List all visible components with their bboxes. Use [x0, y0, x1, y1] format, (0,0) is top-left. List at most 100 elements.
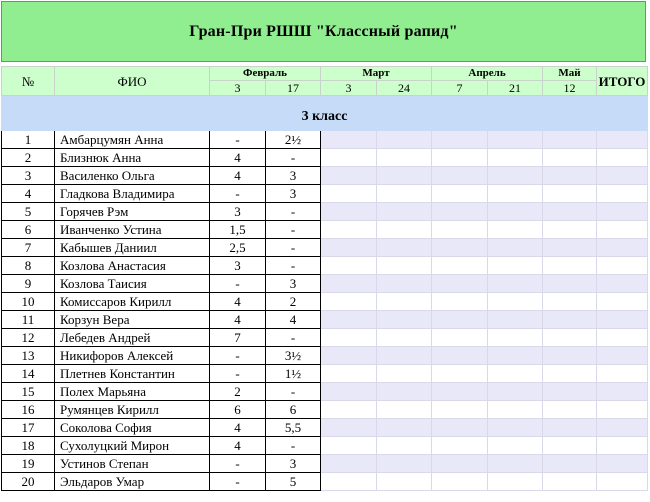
score-feb-17: - — [264, 202, 322, 221]
empty-score-cell — [320, 184, 378, 203]
empty-score-cell — [542, 220, 598, 239]
table-row: 1 Амбарцумян Анна -2½ — [1, 130, 649, 149]
section-spacer — [0, 95, 649, 104]
row-number: 11 — [1, 310, 55, 329]
empty-score-cell — [542, 274, 598, 293]
empty-score-cell — [431, 400, 489, 419]
score-feb-17: - — [264, 220, 322, 239]
empty-score-cell — [487, 454, 544, 473]
score-feb-17: 4 — [264, 310, 322, 329]
player-name: Горячев Рэм — [54, 202, 210, 221]
empty-score-cell — [320, 148, 378, 167]
empty-score-cell — [431, 328, 489, 347]
score-feb-3: - — [209, 274, 266, 293]
empty-score-cell — [542, 148, 598, 167]
empty-score-cell — [376, 328, 433, 347]
empty-score-cell — [596, 364, 649, 383]
score-feb-3: - — [209, 346, 266, 365]
header-stage: 21 — [487, 80, 544, 96]
empty-score-cell — [596, 274, 649, 293]
empty-score-cell — [320, 310, 378, 329]
player-name: Комиссаров Кирилл — [54, 292, 210, 311]
table-row: 6 Иванченко Устина 1,5- — [1, 220, 649, 239]
empty-score-cell — [542, 310, 598, 329]
empty-score-cell — [542, 202, 598, 221]
score-feb-17: 5 — [264, 472, 322, 491]
empty-score-cell — [431, 184, 489, 203]
standings-table: № ФИО Февраль Март Апрель Май ИТОГО 3 17… — [0, 66, 649, 491]
empty-score-cell — [320, 328, 378, 347]
empty-score-cell — [320, 238, 378, 257]
empty-score-cell — [542, 166, 598, 185]
score-feb-17: - — [264, 256, 322, 275]
header-month-mar: Март — [320, 66, 433, 81]
empty-score-cell — [376, 292, 433, 311]
empty-score-cell — [320, 292, 378, 311]
empty-score-cell — [596, 166, 649, 185]
page-title-banner: Гран-При РШШ "Классный рапид" — [1, 1, 646, 62]
table-row: 8 Козлова Анастасия 3- — [1, 256, 649, 275]
header-stage: 24 — [376, 80, 433, 96]
empty-score-cell — [376, 418, 433, 437]
row-number: 5 — [1, 202, 55, 221]
empty-score-cell — [542, 130, 598, 149]
empty-score-cell — [542, 472, 598, 491]
score-feb-3: 4 — [209, 436, 266, 455]
empty-score-cell — [320, 346, 378, 365]
score-feb-17: 2½ — [264, 130, 322, 149]
row-number: 17 — [1, 418, 55, 437]
score-feb-3: 7 — [209, 328, 266, 347]
empty-score-cell — [431, 256, 489, 275]
empty-score-cell — [596, 346, 649, 365]
table-row: 19 Устинов Степан -3 — [1, 454, 649, 473]
empty-score-cell — [596, 418, 649, 437]
empty-score-cell — [376, 454, 433, 473]
row-number: 19 — [1, 454, 55, 473]
score-feb-3: - — [209, 472, 266, 491]
empty-score-cell — [320, 202, 378, 221]
empty-score-cell — [431, 310, 489, 329]
empty-score-cell — [487, 184, 544, 203]
header-month-apr: Апрель — [431, 66, 544, 81]
header-month-feb: Февраль — [208, 66, 322, 81]
row-number: 13 — [1, 346, 55, 365]
empty-score-cell — [376, 400, 433, 419]
empty-score-cell — [487, 364, 544, 383]
row-number: 1 — [1, 130, 55, 149]
empty-score-cell — [487, 292, 544, 311]
score-feb-17: - — [264, 328, 322, 347]
table-row: 15 Полех Марьяна 2- — [1, 382, 649, 401]
class-label: 3 класс — [0, 103, 649, 131]
empty-score-cell — [431, 130, 489, 149]
empty-score-cell — [596, 472, 649, 491]
header-row-months: № ФИО Февраль Март Апрель Май ИТОГО — [1, 66, 649, 96]
empty-score-cell — [320, 166, 378, 185]
header-fio: ФИО — [54, 66, 210, 96]
score-feb-3: - — [209, 364, 266, 383]
row-number: 18 — [1, 436, 55, 455]
empty-score-cell — [487, 436, 544, 455]
empty-score-cell — [596, 454, 649, 473]
player-name: Сухолуцкий Мирон — [54, 436, 210, 455]
empty-score-cell — [542, 184, 598, 203]
table-row: 11 Корзун Вера 4 4 — [1, 310, 649, 329]
empty-score-cell — [431, 166, 489, 185]
empty-score-cell — [376, 184, 433, 203]
player-name: Близнюк Анна — [54, 148, 210, 167]
table-row: 2 Близнюк Анна 4- — [1, 148, 649, 167]
player-name: Плетнев Константин — [54, 364, 210, 383]
empty-score-cell — [431, 292, 489, 311]
player-name: Кабышев Даниил — [54, 238, 210, 257]
row-number: 15 — [1, 382, 55, 401]
empty-score-cell — [596, 238, 649, 257]
empty-score-cell — [487, 328, 544, 347]
row-number: 10 — [1, 292, 55, 311]
header-stage: 17 — [264, 80, 322, 96]
row-number: 16 — [1, 400, 55, 419]
empty-score-cell — [487, 382, 544, 401]
empty-score-cell — [376, 346, 433, 365]
header-num: № — [1, 66, 55, 96]
empty-score-cell — [487, 400, 544, 419]
empty-score-cell — [320, 418, 378, 437]
empty-score-cell — [320, 472, 378, 491]
